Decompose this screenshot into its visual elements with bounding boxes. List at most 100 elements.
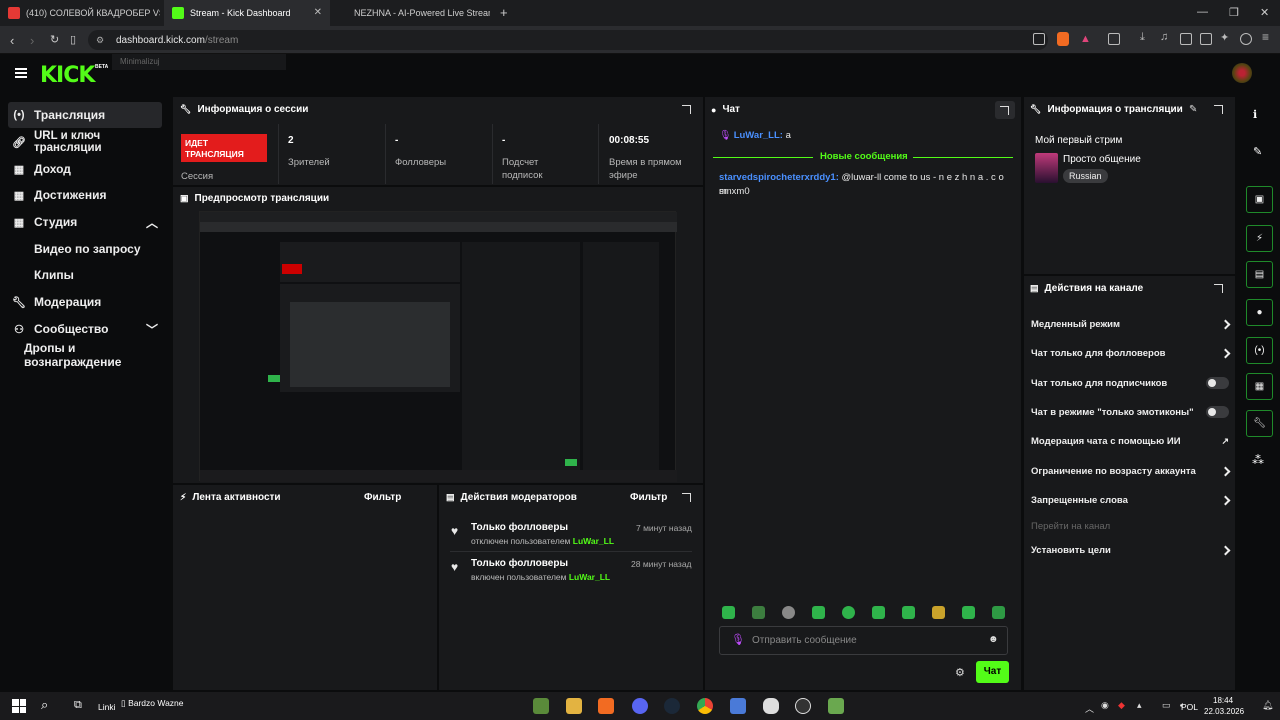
slow-mode-row[interactable]: Медленный режим [1031, 317, 1231, 331]
ai-moderation-row[interactable]: Модерация чата с помощью ИИ ↗ [1031, 434, 1229, 448]
file-explorer-icon[interactable] [566, 698, 582, 714]
banned-words-row[interactable]: Запрещенные слова [1031, 493, 1231, 507]
sidebar-item-drops[interactable]: Дропы и вознаграждение [8, 341, 162, 369]
hamburger-menu-icon[interactable] [15, 68, 27, 78]
url-text[interactable]: dashboard.kick.com/stream [116, 35, 238, 46]
new-tab-button[interactable]: + [500, 5, 508, 20]
account-age-row[interactable]: Ограничение по возрасту аккаунта [1031, 464, 1231, 478]
download-icon[interactable]: ⤓ [1140, 31, 1152, 43]
bookmark-icon[interactable]: ▯ [70, 33, 76, 46]
sidebar-item-studio[interactable]: ▦ Студия ︿ [8, 209, 162, 235]
stream-preview-video[interactable] [199, 211, 677, 482]
maximize-window-button[interactable]: ❐ [1229, 6, 1239, 19]
emoji-icon[interactable]: ☻ [988, 634, 999, 645]
discord-icon[interactable] [632, 698, 648, 714]
rail-bolt-icon[interactable]: ⚡︎ [1246, 225, 1273, 252]
popout-icon[interactable] [682, 493, 691, 502]
user-avatar[interactable] [1232, 63, 1252, 83]
sidebar-item-broadcast[interactable]: (•) Трансляция [8, 102, 162, 128]
windows-start-icon[interactable] [12, 699, 26, 713]
ai-assistant-icon[interactable]: ✦ [1220, 31, 1232, 44]
vpn-icon[interactable] [1240, 33, 1252, 45]
music-icon[interactable]: ♫ [1160, 31, 1172, 43]
brave-browser-icon[interactable] [598, 698, 614, 714]
mouse-app-icon[interactable] [763, 698, 779, 714]
sidebar-item-income[interactable]: ▦ Доход [8, 156, 162, 182]
emote-icon[interactable] [962, 606, 975, 619]
chat-popout-button[interactable] [995, 101, 1015, 119]
vscode-icon[interactable] [730, 698, 746, 714]
tab-search-icon[interactable] [1108, 33, 1120, 45]
emote-icon[interactable] [932, 606, 945, 619]
followers-only-row[interactable]: Чат только для фолловеров [1031, 346, 1231, 360]
language-indicator[interactable]: POL [1181, 702, 1198, 712]
network-icon[interactable]: ▭ [1162, 700, 1171, 711]
browser-menu-icon[interactable]: ≡ [1262, 30, 1274, 44]
activity-filter-button[interactable]: Фильтр [364, 492, 401, 503]
modactions-filter-button[interactable]: Фильтр [630, 492, 667, 503]
sidebar-toggle-icon[interactable] [1180, 33, 1192, 45]
rail-broadcast-icon[interactable]: (•) [1246, 337, 1273, 364]
browser-tab-nezhna[interactable]: NEZHNA - AI-Powered Live Stream G [334, 0, 490, 26]
minimize-window-button[interactable]: — [1197, 6, 1208, 18]
tray-app-icon[interactable]: ◉ [1101, 700, 1109, 711]
share-icon[interactable] [1033, 33, 1045, 45]
emote-icon[interactable] [722, 606, 735, 619]
rail-preview-icon[interactable]: ▣ [1246, 186, 1273, 213]
mic-icon[interactable]: 🎙︎ [731, 633, 745, 646]
bardzo-wazne-folder[interactable]: ▯ Bardzo Wazne [121, 698, 184, 709]
minecraft-icon[interactable] [533, 698, 549, 714]
popout-icon[interactable] [682, 105, 691, 114]
emote-only-toggle[interactable] [1206, 406, 1229, 418]
sidebar-item-url-key[interactable]: 🔗︎ URL и ключ трансляции [8, 129, 162, 155]
sidebar-item-achievements[interactable]: ▦ Достижения [8, 182, 162, 208]
edit-icon[interactable]: ✎ [1189, 104, 1197, 115]
steam-icon[interactable] [664, 698, 680, 714]
popout-icon[interactable] [1214, 284, 1223, 293]
rail-community-icon[interactable]: ⁂ [1252, 453, 1264, 467]
info-icon[interactable]: ℹ [1253, 108, 1257, 121]
forward-icon[interactable]: › [30, 33, 34, 48]
edit-icon[interactable]: ✎ [1253, 145, 1262, 158]
browser-tab-kick[interactable]: Stream - Kick Dashboard ✕ [164, 0, 330, 26]
emote-icon[interactable] [782, 606, 795, 619]
emote-icon[interactable] [752, 606, 765, 619]
emote-icon[interactable] [902, 606, 915, 619]
chat-settings-icon[interactable]: ⚙ [955, 666, 965, 679]
rail-document-icon[interactable]: ▤ [1246, 261, 1273, 288]
brave-shield-icon[interactable] [1057, 32, 1069, 46]
reload-icon[interactable]: ↻ [50, 33, 59, 46]
brave-rewards-icon[interactable]: ▲ [1080, 33, 1091, 45]
sidebar-item-vod[interactable]: Видео по запросу [8, 236, 162, 262]
popout-icon[interactable] [1214, 105, 1223, 114]
sidebar-item-clips[interactable]: Клипы [8, 262, 162, 288]
clock-date[interactable]: 22.03.2026 [1204, 707, 1244, 716]
chat-send-button[interactable]: Чат [976, 661, 1009, 683]
obs-icon[interactable] [795, 698, 811, 714]
back-icon[interactable]: ‹ [10, 33, 14, 48]
subs-only-toggle[interactable] [1206, 377, 1229, 389]
emote-icon[interactable] [842, 606, 855, 619]
emote-icon[interactable] [992, 606, 1005, 619]
links-toolbar[interactable]: Linki [98, 702, 115, 712]
minecraft-launcher-icon[interactable] [828, 698, 844, 714]
site-settings-icon[interactable]: ⚙ [96, 35, 104, 46]
tray-app-icon[interactable]: ◆ [1118, 700, 1125, 711]
sidebar-item-moderation[interactable]: 🔧︎ Модерация [8, 289, 162, 315]
task-view-icon[interactable]: ⧉ [74, 699, 82, 712]
rail-chat-icon[interactable]: ● [1246, 299, 1273, 326]
tray-app-icon[interactable]: ▴ [1137, 700, 1142, 711]
go-to-channel-link[interactable]: Перейти на канал [1031, 519, 1229, 533]
browser-tab-youtube[interactable]: (410) СОЛЕВОЙ КВАДРОБЕР VS БЛС [0, 0, 160, 26]
notification-icon[interactable]: 🔔︎ [1262, 700, 1273, 711]
clock-time[interactable]: 18:44 [1213, 696, 1233, 705]
close-tab-icon[interactable]: ✕ [314, 7, 322, 18]
kick-logo[interactable]: KICK [40, 63, 95, 88]
sidebar-item-community[interactable]: ⚇ Сообщество ﹀ [8, 316, 162, 342]
emote-icon[interactable] [872, 606, 885, 619]
emote-icon[interactable] [812, 606, 825, 619]
set-goals-row[interactable]: Установить цели [1031, 543, 1231, 557]
rail-shield-icon[interactable]: ▦ [1246, 373, 1273, 400]
wallet-icon[interactable] [1200, 33, 1212, 45]
search-icon[interactable]: ⌕ [41, 697, 48, 713]
